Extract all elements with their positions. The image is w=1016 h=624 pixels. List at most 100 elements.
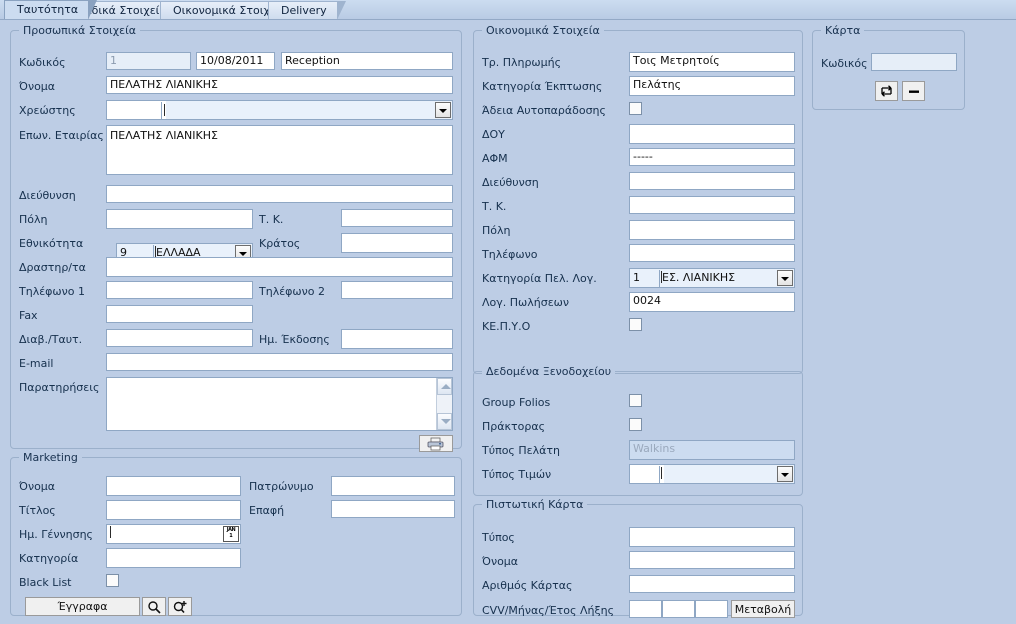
print-button[interactable] xyxy=(419,435,453,452)
kepyo-checkbox[interactable] xyxy=(629,318,642,331)
passport-input[interactable] xyxy=(106,329,253,347)
afm-label: ΑΦΜ xyxy=(482,152,508,165)
chevron-down-icon[interactable] xyxy=(435,102,451,118)
marketing-name-label: Όνομα xyxy=(19,480,56,493)
tab-taytotita[interactable]: Ταυτότητα xyxy=(4,0,98,20)
country-input[interactable] xyxy=(341,233,453,253)
chevron-down-icon[interactable] xyxy=(777,270,793,286)
chevron-down-icon[interactable] xyxy=(777,466,793,482)
financial-group: Οικονομικά Στοιχεία Τρ. Πληρωμής Τοις Με… xyxy=(473,24,803,374)
price-type-value-wrap xyxy=(661,466,662,482)
notes-scrollbar[interactable] xyxy=(436,378,452,430)
scroll-up-icon[interactable] xyxy=(437,378,452,395)
card-name-input[interactable] xyxy=(629,551,795,569)
contact-input[interactable] xyxy=(331,500,455,518)
tab-delivery[interactable]: Delivery xyxy=(268,1,346,20)
expiry-year-input[interactable] xyxy=(695,600,728,618)
agent-checkbox[interactable] xyxy=(629,418,642,431)
discount-category-combo[interactable]: Πελάτης xyxy=(629,76,795,96)
group-folios-checkbox[interactable] xyxy=(629,394,642,407)
sales-account-label: Λογ. Πωλήσεων xyxy=(482,296,569,309)
company-input[interactable]: ΠΕΛΑΤΗΣ ΛΙΑΝΙΚΗΣ xyxy=(106,125,453,175)
search-add-button[interactable] xyxy=(168,597,192,616)
name-input[interactable]: ΠΕΛΑΤΗΣ ΛΙΑΝΙΚΗΣ xyxy=(106,76,453,94)
phone1-label: Τηλέφωνο 1 xyxy=(19,285,85,298)
card-swap-button[interactable] xyxy=(875,81,898,101)
card-remove-button[interactable] xyxy=(902,81,925,101)
financial-phone-label: Τηλέφωνο xyxy=(482,248,538,261)
expiry-month-input[interactable] xyxy=(662,600,695,618)
zip-input[interactable] xyxy=(341,209,453,227)
code-label: Κωδικός xyxy=(19,56,66,69)
financial-zip-label: Τ. Κ. xyxy=(482,200,507,213)
email-input[interactable] xyxy=(106,353,453,371)
self-delivery-checkbox[interactable] xyxy=(629,102,642,115)
card-code-input[interactable] xyxy=(871,53,957,71)
marketing-category-input[interactable] xyxy=(106,548,241,568)
financial-legend: Οικονομικά Στοιχεία xyxy=(482,24,604,37)
card-name-label: Όνομα xyxy=(482,555,519,568)
date-input[interactable]: 10/08/2011 xyxy=(196,52,275,70)
doy-input[interactable] xyxy=(629,124,795,144)
debtor-combo[interactable] xyxy=(106,100,453,120)
kepyo-label: ΚΕ.Π.Υ.Ο xyxy=(482,320,531,333)
change-button[interactable]: Μεταβολή xyxy=(731,600,795,618)
address-input[interactable] xyxy=(106,185,453,203)
fax-input[interactable] xyxy=(106,305,253,323)
card-group: Κάρτα Κωδικός xyxy=(812,24,965,110)
phone2-input[interactable] xyxy=(341,281,453,299)
marketing-title-label: Τίτλος xyxy=(19,504,56,517)
financial-city-input[interactable] xyxy=(629,220,795,240)
city-input[interactable] xyxy=(106,209,253,229)
documents-button[interactable]: Έγγραφα xyxy=(25,597,140,616)
hotel-data-legend: Δεδομένα Ξενοδοχείου xyxy=(482,365,616,378)
marketing-title-input[interactable] xyxy=(106,500,241,520)
cvv-input[interactable] xyxy=(629,600,662,618)
fax-label: Fax xyxy=(19,309,38,322)
card-number-label: Αριθμός Κάρτας xyxy=(482,579,573,592)
code-input[interactable]: 1 xyxy=(106,52,191,70)
marketing-name-combo[interactable] xyxy=(106,476,241,496)
sales-account-input[interactable]: 0024 xyxy=(629,292,795,312)
custcat-value: ΕΣ. ΛΙΑΝΙΚΗΣ xyxy=(662,271,736,284)
customer-type-label: Τύπος Πελάτη xyxy=(482,444,560,457)
client-area: Προσωπικά Στοιχεία Κωδικός 1 10/08/2011 … xyxy=(0,19,1016,624)
hotel-data-group: Δεδομένα Ξενοδοχείου Group Folios Πράκτο… xyxy=(473,365,803,496)
card-number-input[interactable] xyxy=(629,575,795,593)
financial-phone-input[interactable] xyxy=(629,244,795,262)
group-folios-label: Group Folios xyxy=(482,396,551,409)
doy-label: ΔΟΥ xyxy=(482,128,505,141)
blacklist-checkbox[interactable] xyxy=(106,574,119,587)
financial-city-label: Πόλη xyxy=(482,224,511,237)
activity-input[interactable] xyxy=(106,257,453,277)
card-type-label: Τύπος xyxy=(482,531,515,544)
city-label: Πόλη xyxy=(19,213,48,226)
company-label: Επων. Εταιρίας xyxy=(19,129,104,142)
price-type-combo[interactable] xyxy=(629,464,795,484)
price-type-label: Τύπος Τιμών xyxy=(482,468,552,481)
personal-details-group: Προσωπικά Στοιχεία Κωδικός 1 10/08/2011 … xyxy=(10,24,462,452)
debtor-code-input[interactable] xyxy=(107,101,166,119)
father-name-combo[interactable] xyxy=(331,476,455,496)
financial-zip-input[interactable] xyxy=(629,196,795,214)
customer-type-combo[interactable]: Walkins xyxy=(629,440,795,460)
card-code-label: Κωδικός xyxy=(821,57,868,70)
issue-date-input[interactable] xyxy=(341,329,453,349)
birthdate-input[interactable]: JAN 1 xyxy=(106,524,241,544)
customer-account-category-combo[interactable]: 1 ΕΣ. ΛΙΑΝΙΚΗΣ xyxy=(629,268,795,288)
afm-input[interactable]: ----- xyxy=(629,148,795,166)
payment-terms-combo[interactable]: Τοις Μετρητοίς xyxy=(629,52,795,72)
phone1-input[interactable] xyxy=(106,281,253,299)
search-button[interactable] xyxy=(142,597,166,616)
custcat-value-wrap: ΕΣ. ΛΙΑΝΙΚΗΣ xyxy=(661,270,735,286)
calendar-icon[interactable]: JAN 1 xyxy=(223,526,239,542)
notes-input[interactable] xyxy=(106,377,453,431)
card-type-combo[interactable] xyxy=(629,527,795,547)
source-input[interactable]: Reception xyxy=(281,52,453,70)
scroll-down-icon[interactable] xyxy=(437,413,452,430)
cvv-expiry-label: CVV/Μήνας/Έτος Λήξης xyxy=(482,604,615,617)
father-name-label: Πατρώνυμο xyxy=(249,480,314,493)
blacklist-label: Black List xyxy=(19,576,72,589)
financial-address-input[interactable] xyxy=(629,172,795,190)
marketing-group: Marketing Όνομα Πατρώνυμο Τίτλος Επαφή Η… xyxy=(10,451,462,616)
